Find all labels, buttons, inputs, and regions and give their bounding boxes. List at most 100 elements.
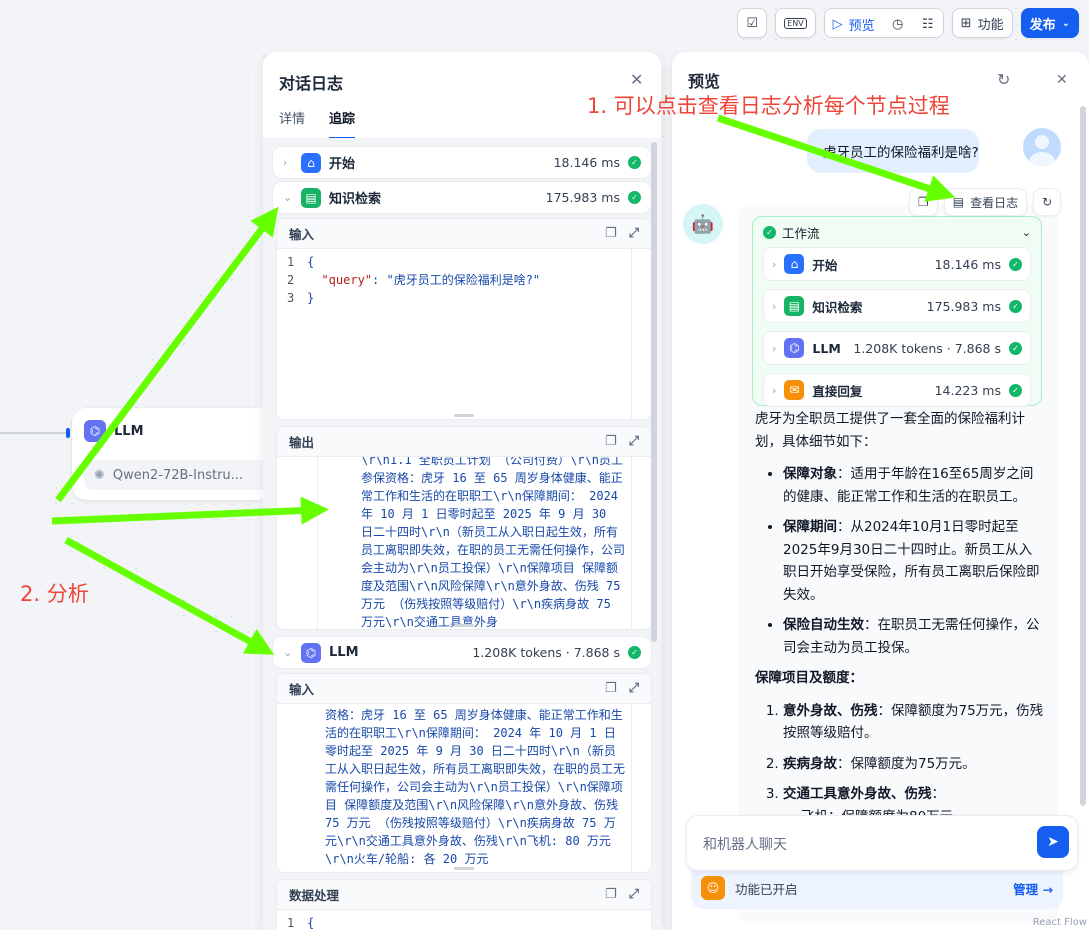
expand-icon[interactable]: ⤢ bbox=[629, 681, 639, 696]
bold-term: 保障期间 bbox=[783, 519, 837, 535]
check-circle-icon: ✓ bbox=[1009, 299, 1022, 313]
send-button[interactable]: ➤ bbox=[1037, 826, 1069, 858]
preview-button[interactable]: ▷ 预览 bbox=[824, 9, 883, 37]
scrollbar[interactable] bbox=[1080, 106, 1086, 806]
copy-icon[interactable]: ❐ bbox=[605, 434, 617, 449]
data-processing-section: 数据处理 ❐ ⤢ 1{ bbox=[276, 879, 652, 930]
workflow-header[interactable]: ✓ 工作流 ⌄ bbox=[753, 217, 1041, 247]
workflow-item-start[interactable]: › ⌂ 开始 18.146 ms ✓ bbox=[763, 247, 1031, 281]
code-viewer: 资格：虎牙 16 至 65 周岁身体健康、能正常工作和生活的在职职工\r\n保障… bbox=[277, 704, 651, 872]
resize-handle[interactable] bbox=[454, 867, 474, 870]
preview-title: 预览 bbox=[688, 72, 721, 91]
workflow-item-llm[interactable]: › ⌬ LLM 1.208K tokens · 7.868 s ✓ bbox=[763, 331, 1031, 365]
chat-input[interactable]: 和机器人聊天 ➤ bbox=[686, 815, 1078, 871]
refresh-icon: ↻ bbox=[1042, 195, 1053, 209]
features-button[interactable]: ⊞ 功能 bbox=[951, 8, 1013, 38]
chevron-right-icon: › bbox=[772, 257, 777, 271]
section-label: 数据处理 bbox=[289, 888, 340, 903]
preview-label: 预览 bbox=[848, 18, 875, 34]
annotation-step2: 2. 分析 bbox=[20, 582, 89, 606]
workflow-item-name: 知识检索 bbox=[812, 299, 863, 315]
list-item: 保障对象：适用于年龄在16至65周岁之间的健康、能正常工作和生活的在职员工。 bbox=[783, 463, 1045, 508]
chevron-right-icon: › bbox=[283, 156, 288, 169]
checklist-button[interactable]: ☑ bbox=[737, 8, 768, 38]
model-name: Qwen2-72B-Instru... bbox=[112, 467, 244, 483]
output-text: \r\n1.1 全职员工计划 （公司付费）\r\n员工参保资格：虎牙 16 至 … bbox=[361, 457, 628, 629]
close-icon[interactable]: ✕ bbox=[630, 70, 643, 89]
workflow-item-time: 175.983 ms bbox=[926, 298, 1001, 314]
expand-icon[interactable]: ⤢ bbox=[629, 226, 639, 241]
check-circle-icon: ✓ bbox=[1009, 257, 1022, 271]
bot-avatar-icon: 🤖 bbox=[683, 204, 723, 244]
section-heading: 保障项目及额度： bbox=[755, 667, 1045, 690]
checklist2-button[interactable]: ☷ bbox=[912, 9, 943, 37]
answer-bullets: 保障对象：适用于年龄在16至65周岁之间的健康、能正常工作和生活的在职员工。 保… bbox=[755, 463, 1045, 659]
publish-button[interactable]: 发布 ⌄ bbox=[1020, 8, 1079, 38]
refresh-icon[interactable]: ↻ bbox=[997, 70, 1010, 89]
expand-icon[interactable]: ⤢ bbox=[629, 434, 639, 449]
avatar bbox=[1023, 128, 1061, 166]
copy-icon[interactable]: ❐ bbox=[605, 226, 617, 241]
section-header: 输出 ❐ ⤢ bbox=[277, 427, 651, 457]
copy-button[interactable]: ❐ bbox=[909, 188, 938, 216]
edge-handle[interactable] bbox=[66, 428, 70, 438]
bold-term: 意外身故、伤残 bbox=[783, 702, 878, 719]
answer-numbered: 意外身故、伤残：保障额度为75万元，伤残按照等级赔付。 疾病身故：保障额度为75… bbox=[755, 700, 1045, 829]
play-icon: ▷ bbox=[832, 16, 843, 32]
expand-icon[interactable]: ⤢ bbox=[629, 887, 639, 902]
code-line: 3} bbox=[277, 289, 651, 307]
history-button[interactable]: ◷ bbox=[882, 9, 913, 37]
model-selector[interactable]: ✺ Qwen2-72B-Instru... bbox=[84, 460, 272, 490]
copy-icon[interactable]: ❐ bbox=[605, 681, 617, 696]
copy-icon[interactable]: ❐ bbox=[605, 887, 617, 902]
check-circle-icon: ✓ bbox=[1009, 341, 1022, 355]
trace-item-knowledge[interactable]: ⌄ ▤ 知识检索 175.983 ms ✓ bbox=[272, 181, 652, 214]
workflow-item-answer[interactable]: › ✉ 直接回复 14.223 ms ✓ bbox=[763, 373, 1031, 407]
line-number: 1 bbox=[287, 255, 295, 269]
checklist-icon: ☑ bbox=[746, 15, 758, 31]
env-button[interactable]: ENV bbox=[775, 8, 816, 38]
section-header: 数据处理 ❐ ⤢ bbox=[277, 880, 651, 910]
tab-detail[interactable]: 详情 bbox=[279, 108, 305, 139]
check-circle-icon: ✓ bbox=[763, 225, 776, 239]
list-item: 保险自动生效：在职员工无需任何操作，公司会主动为员工投保。 bbox=[783, 614, 1045, 659]
view-log-button[interactable]: ▤ 查看日志 bbox=[943, 188, 1028, 216]
close-icon[interactable]: ✕ bbox=[1056, 72, 1068, 88]
line-number: 1 bbox=[287, 916, 295, 930]
resize-handle[interactable] bbox=[454, 624, 474, 627]
llm-node[interactable]: ⌬ LLM ✺ Qwen2-72B-Instru... bbox=[72, 408, 272, 500]
json-value: "虎牙员工的保险福利是啥?" bbox=[386, 273, 541, 287]
trace-time: 18.146 ms bbox=[553, 155, 620, 170]
chevron-right-icon: › bbox=[772, 299, 777, 313]
gutter bbox=[631, 704, 632, 872]
workflow-item-time: 18.146 ms bbox=[934, 256, 1001, 272]
regenerate-button[interactable]: ↻ bbox=[1033, 188, 1062, 216]
send-icon: ➤ bbox=[1047, 834, 1059, 850]
bold-term: 保障对象 bbox=[783, 466, 837, 482]
gutter bbox=[317, 457, 318, 629]
history-icon: ◷ bbox=[892, 16, 904, 32]
heading-colon: ： bbox=[849, 670, 864, 686]
check-circle-icon: ✓ bbox=[1009, 383, 1022, 397]
trace-name: LLM bbox=[329, 645, 359, 660]
code-text: { bbox=[307, 255, 315, 269]
chevron-right-icon: › bbox=[772, 341, 777, 355]
trace-list: › ⌂ 开始 18.146 ms ✓ ⌄ ▤ 知识检索 175.983 ms ✓… bbox=[263, 138, 661, 930]
code-viewer: 1{ 2 "query": "虎牙员工的保险福利是啥?" 3} bbox=[277, 249, 651, 419]
preview-group: ▷ 预览 ◷ ☷ bbox=[823, 8, 944, 38]
workflow-item-time: 14.223 ms bbox=[934, 382, 1001, 398]
code-line: 1{ bbox=[277, 914, 651, 930]
answer-intro: 虎牙为全职员工提供了一套全面的保险福利计划，具体细节如下： bbox=[755, 411, 1025, 450]
trace-item-start[interactable]: › ⌂ 开始 18.146 ms ✓ bbox=[272, 146, 652, 179]
log-panel: 对话日志 ✕ 详情 追踪 › ⌂ 开始 18.146 ms ✓ ⌄ ▤ 知识检索… bbox=[263, 52, 661, 930]
workflow-item-knowledge[interactable]: › ▤ 知识检索 175.983 ms ✓ bbox=[763, 289, 1031, 323]
message-tools: ❐ ▤ 查看日志 ↻ bbox=[909, 188, 1062, 216]
manage-link[interactable]: 管理 → bbox=[1013, 879, 1053, 898]
tab-trace[interactable]: 追踪 bbox=[329, 108, 356, 139]
resize-handle[interactable] bbox=[454, 414, 474, 417]
bold-term: 交通工具意外身故、伤残 bbox=[783, 786, 932, 802]
view-log-label: 查看日志 bbox=[970, 195, 1019, 210]
scrollbar[interactable] bbox=[651, 142, 657, 642]
trace-item-llm[interactable]: ⌄ ⌬ LLM 1.208K tokens · 7.868 s ✓ bbox=[272, 636, 652, 669]
section-label: 输入 bbox=[289, 682, 315, 697]
